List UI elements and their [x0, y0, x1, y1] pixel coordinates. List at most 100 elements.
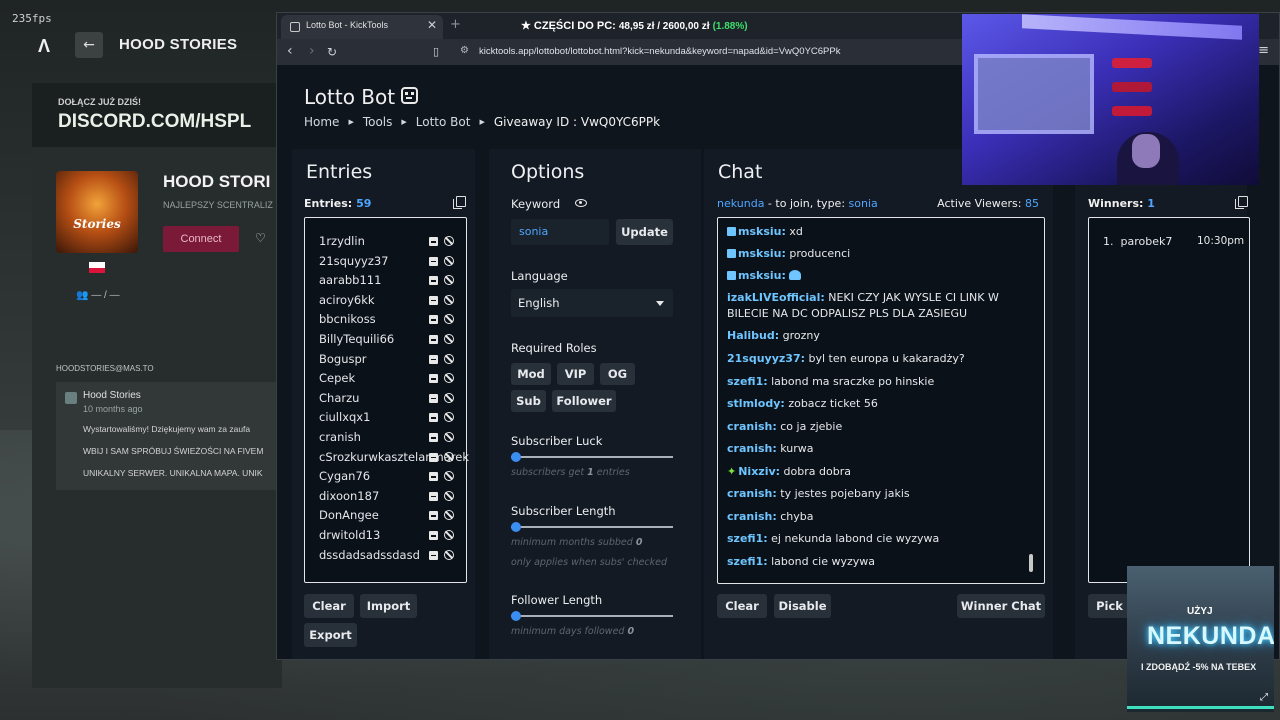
ban-entry-icon[interactable] [444, 412, 454, 423]
remove-entry-icon[interactable] [429, 452, 438, 462]
ban-entry-icon[interactable] [444, 549, 454, 560]
ban-entry-icon[interactable] [444, 510, 454, 521]
ban-entry-icon[interactable] [444, 373, 454, 384]
remove-entry-icon[interactable] [429, 354, 438, 364]
keyword-input[interactable]: sonia [511, 219, 609, 245]
external-link-icon[interactable]: ⤢ [1260, 692, 1268, 703]
new-tab-button[interactable]: + [450, 17, 461, 32]
slider-thumb[interactable] [511, 522, 521, 532]
role-sub-toggle[interactable]: Sub [511, 390, 546, 412]
chat-username[interactable]: cranish: [727, 510, 777, 523]
chat-username[interactable]: izakLIVEofficial: [727, 291, 825, 304]
slider-thumb[interactable] [511, 452, 521, 462]
ban-entry-icon[interactable] [444, 432, 454, 442]
ban-entry-icon[interactable] [444, 255, 454, 266]
heart-icon[interactable]: ♡ [255, 231, 266, 245]
chat-username[interactable]: msksiu: [738, 247, 786, 260]
breadcrumb-home[interactable]: Home [304, 115, 339, 129]
follower-length-slider[interactable] [511, 611, 673, 621]
ban-entry-icon[interactable] [444, 392, 454, 403]
chat-username[interactable]: szefi1: [727, 375, 768, 388]
remove-entry-icon[interactable] [429, 237, 438, 246]
keyword-label: Keyword [511, 197, 561, 211]
chat-username[interactable]: 21squyyz37: [727, 352, 805, 365]
ban-entry-icon[interactable] [444, 451, 454, 462]
ban-entry-icon[interactable] [444, 334, 454, 344]
chat-username[interactable]: szefi1: [727, 555, 768, 568]
chat-username[interactable]: msksiu: [738, 225, 786, 238]
remove-entry-icon[interactable] [429, 295, 438, 305]
chat-username[interactable]: szefi1: [727, 532, 768, 545]
sponsor-ad[interactable]: UŻYJ NEKUNDA I ZDOBĄDŹ -5% NA TEBEX ⤢ [1127, 566, 1274, 712]
back-icon[interactable]: ‹ [287, 43, 293, 59]
breadcrumb-lotto-bot[interactable]: Lotto Bot [416, 115, 471, 129]
import-button[interactable]: Import [360, 594, 417, 618]
entry-name: dixoon187 [319, 488, 380, 503]
entries-count: Entries: 59 [304, 197, 371, 210]
update-button[interactable]: Update [616, 219, 673, 245]
role-og-toggle[interactable]: OG [600, 363, 635, 385]
export-button[interactable]: Export [304, 623, 357, 647]
chat-username[interactable]: cranish: [727, 420, 777, 433]
ban-entry-icon[interactable] [444, 275, 454, 286]
chat-log[interactable]: msksiu: xd msksiu: producenci msksiu: izak… [717, 217, 1045, 584]
remove-entry-icon[interactable] [429, 335, 438, 344]
remove-entry-icon[interactable] [429, 433, 438, 442]
clear-entries-button[interactable]: Clear [304, 594, 354, 618]
ban-entry-icon[interactable] [444, 471, 454, 482]
remove-entry-icon[interactable] [429, 550, 438, 560]
remove-entry-icon[interactable] [429, 374, 438, 384]
chat-username[interactable]: cranish: [727, 442, 777, 455]
remove-entry-icon[interactable] [429, 511, 438, 521]
chat-username[interactable]: cranish: [727, 487, 777, 500]
ban-entry-icon[interactable] [444, 236, 454, 246]
channel-name[interactable]: nekunda [717, 197, 764, 210]
copy-entries-icon[interactable] [453, 196, 466, 209]
entry-row: cranish [319, 428, 464, 447]
ban-entry-icon[interactable] [444, 314, 454, 325]
chat-scrollbar[interactable] [1029, 554, 1033, 572]
slider-thumb[interactable] [511, 611, 521, 621]
remove-entry-icon[interactable] [429, 256, 438, 266]
forward-icon[interactable]: › [309, 43, 315, 59]
tab-lotto-bot[interactable]: Lotto Bot - KickTools ✕ [281, 15, 443, 39]
connect-button[interactable]: Connect [163, 226, 239, 252]
winner-row[interactable]: 1. parobek7 10:30pm [1103, 235, 1244, 248]
clear-chat-button[interactable]: Clear [717, 594, 767, 618]
ban-entry-icon[interactable] [444, 294, 454, 305]
disable-chat-button[interactable]: Disable [774, 594, 831, 618]
copy-winners-icon[interactable] [1235, 196, 1248, 209]
menu-icon[interactable]: ≡ [1258, 43, 1269, 58]
winner-chat-button[interactable]: Winner Chat [957, 594, 1045, 618]
address-bar[interactable]: ⚙ kicktools.app/lottobot/lottobot.html?k… [455, 43, 975, 61]
remove-entry-icon[interactable] [429, 491, 438, 501]
remove-entry-icon[interactable] [429, 531, 438, 540]
eye-icon[interactable] [575, 199, 587, 207]
breadcrumb-tools[interactable]: Tools [363, 115, 393, 129]
ban-entry-icon[interactable] [444, 490, 454, 501]
ban-entry-icon[interactable] [444, 353, 454, 364]
role-follower-toggle[interactable]: Follower [552, 390, 616, 412]
chat-username[interactable]: Halibud: [727, 329, 779, 342]
chat-username[interactable]: Nixziv: [738, 465, 780, 478]
remove-entry-icon[interactable] [429, 315, 438, 325]
language-select[interactable]: English [511, 289, 673, 317]
reload-icon[interactable]: ↻ [327, 45, 337, 59]
discord-banner[interactable]: DOŁĄCZ JUŻ DZIŚ! DISCORD.COM/HSPL [32, 83, 282, 147]
remove-entry-icon[interactable] [429, 276, 438, 286]
chat-username[interactable]: msksiu: [738, 269, 786, 282]
remove-entry-icon[interactable] [429, 413, 438, 423]
remove-entry-icon[interactable] [429, 393, 438, 403]
chat-text: byl ten europa u kakaradży? [808, 352, 965, 365]
sub-length-slider[interactable] [511, 522, 673, 532]
site-settings-icon[interactable]: ⚙ [460, 45, 469, 56]
ban-entry-icon[interactable] [444, 530, 454, 540]
role-vip-toggle[interactable]: VIP [557, 363, 594, 385]
bookmark-icon[interactable]: ▯ [433, 45, 439, 58]
remove-entry-icon[interactable] [429, 472, 438, 482]
close-tab-icon[interactable]: ✕ [427, 18, 437, 32]
back-button[interactable]: ← [75, 32, 103, 58]
sub-luck-slider[interactable] [511, 452, 673, 462]
role-mod-toggle[interactable]: Mod [511, 363, 551, 385]
chat-username[interactable]: stlmlody: [727, 397, 785, 410]
